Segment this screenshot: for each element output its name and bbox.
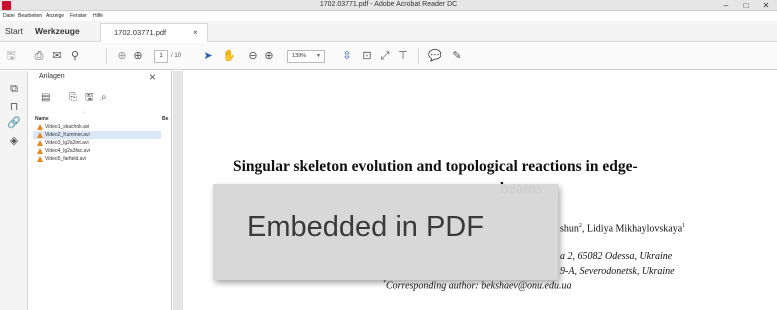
open-attachment-icon[interactable]: ⎘ <box>69 92 77 104</box>
page-number-input[interactable]: 1 <box>154 50 168 63</box>
zoom-in-icon[interactable]: ⊕ <box>262 49 276 64</box>
tab-document[interactable]: 1702.03771.pdf × <box>100 23 208 42</box>
attachment-name: Video2_Kummer.avi <box>45 132 90 138</box>
attachment-row[interactable]: Video1_skachok.avi <box>33 123 161 131</box>
vlc-icon <box>37 148 43 154</box>
print-icon[interactable]: ⎙ <box>32 49 46 64</box>
attachment-row[interactable]: Video2_Kummer.avi <box>33 131 161 139</box>
menu-datei[interactable]: Datei <box>3 12 15 20</box>
menu-anzeige[interactable]: Anzeige <box>46 12 64 20</box>
corresponding-text: Corresponding author: bekshaev@onu.edu.u… <box>386 280 572 292</box>
chevron-down-icon: ▼ <box>316 53 321 59</box>
title-bar: 1702.03771.pdf - Adobe Acrobat Reader DC… <box>0 0 777 11</box>
pen-icon[interactable]: ✎ <box>450 49 464 64</box>
toolbar-divider <box>418 49 419 64</box>
vlc-icon <box>37 140 43 146</box>
page-down-icon[interactable]: ⊕ <box>131 49 145 64</box>
attachment-name: Video4_lg2a3fac.avi <box>45 148 90 154</box>
author-fragment: shun <box>560 223 579 235</box>
attachments-panel: Anlagen × ▤ ⎘ 🖫 ⌕ ˆ Name Be Video1_skach… <box>29 70 172 310</box>
full-screen-icon[interactable]: ⤢ <box>378 49 392 64</box>
zoom-value: 139% <box>292 53 307 59</box>
column-header-description[interactable]: Be <box>162 116 168 122</box>
comment-icon[interactable]: 💬 <box>428 49 442 64</box>
author-rest: , Lidiya Mikhaylovskaya <box>581 223 683 235</box>
menu-bar: Datei Bearbeiten Anzeige Fenster Hilfe <box>0 12 777 20</box>
save-icon[interactable]: 🖫 <box>4 49 18 64</box>
navigation-rail: ⧉ ⊓ 🔗 ◈ <box>0 71 28 310</box>
toolbar: 🖫 ⎙ ✉ ⚲ ⊕ ⊕ 1 / 10 ➤ ✋ ⊖ ⊕ 139% ▼ ⇳ ⊡ ⤢ … <box>0 43 777 70</box>
cursor-icon[interactable]: ➤ <box>202 49 214 64</box>
close-panel-icon[interactable]: × <box>149 70 156 84</box>
page-thumbnails-icon[interactable]: ⧉ <box>7 82 21 96</box>
attachment-row[interactable]: Video4_lg2a3fac.avi <box>33 147 161 155</box>
email-icon[interactable]: ✉ <box>50 49 64 64</box>
close-tab-icon[interactable]: × <box>193 24 198 42</box>
paper-title-line-1: Singular skeleton evolution and topologi… <box>233 158 638 175</box>
layers-icon[interactable]: ◈ <box>7 134 21 148</box>
tab-start[interactable]: Start <box>5 21 23 42</box>
maximize-icon[interactable]: □ <box>736 0 756 11</box>
vlc-icon <box>37 132 43 138</box>
vlc-icon <box>37 124 43 130</box>
window-title: 1702.03771.pdf - Adobe Acrobat Reader DC <box>319 1 458 8</box>
paper-corresponding-author: *Corresponding author: bekshaev@onu.edu.… <box>383 280 571 291</box>
panel-title: Anlagen <box>39 73 65 80</box>
sort-icon[interactable]: ˆ <box>83 112 85 118</box>
attachment-row[interactable]: Video5_farfield.avi <box>33 155 161 163</box>
document-tab-label: 1702.03771.pdf <box>114 28 167 37</box>
page-up-icon[interactable]: ⊕ <box>115 49 129 64</box>
embedded-overlay: Embedded in PDF <box>213 184 558 280</box>
close-icon[interactable]: ✕ <box>756 0 776 11</box>
embedded-label: Embedded in PDF <box>247 211 484 243</box>
tab-tools[interactable]: Werkzeuge <box>35 21 80 42</box>
search-attachment-icon[interactable]: ⌕ <box>101 92 107 104</box>
menu-hilfe[interactable]: Hilfe <box>93 12 103 20</box>
options-icon[interactable]: ▤ <box>41 92 50 104</box>
minimize-icon[interactable]: – <box>716 0 736 11</box>
paper-authors: shun2, Lidiya Mikhaylovskaya1 <box>560 223 685 234</box>
paper-affiliation-2: 9-A, Severodonetsk, Ukraine <box>560 266 675 277</box>
save-attachment-icon[interactable]: 🖫 <box>85 92 94 104</box>
toolbar-divider <box>106 49 107 64</box>
zoom-select[interactable]: 139% ▼ <box>287 50 325 63</box>
attachment-name: Video1_skachok.avi <box>45 124 90 130</box>
attachment-name: Video3_lg2a3int.avi <box>45 140 89 146</box>
hand-icon[interactable]: ✋ <box>222 49 236 64</box>
fit-width-icon[interactable]: ⊡ <box>360 49 374 64</box>
search-icon[interactable]: ⚲ <box>68 49 82 64</box>
page-total: / 10 <box>171 53 182 59</box>
fit-page-icon[interactable]: ⇳ <box>340 49 354 64</box>
menu-fenster[interactable]: Fenster <box>70 12 87 20</box>
vlc-icon <box>37 156 43 162</box>
superscript: 1 <box>682 223 686 229</box>
attachment-name: Video5_farfield.avi <box>45 156 87 162</box>
column-header-name[interactable]: Name <box>35 116 49 122</box>
paper-affiliation-1: a 2, 65082 Odessa, Ukraine <box>560 251 673 262</box>
read-mode-icon[interactable]: ⊤ <box>396 49 410 64</box>
menu-bearbeiten[interactable]: Bearbeiten <box>18 12 42 20</box>
attachment-row[interactable]: Video3_lg2a3int.avi <box>33 139 161 147</box>
tab-bar: Start Werkzeuge 1702.03771.pdf × <box>0 21 777 42</box>
zoom-out-icon[interactable]: ⊖ <box>246 49 260 64</box>
attachment-icon[interactable]: 🔗 <box>7 116 21 130</box>
bookmark-icon[interactable]: ⊓ <box>7 100 21 114</box>
